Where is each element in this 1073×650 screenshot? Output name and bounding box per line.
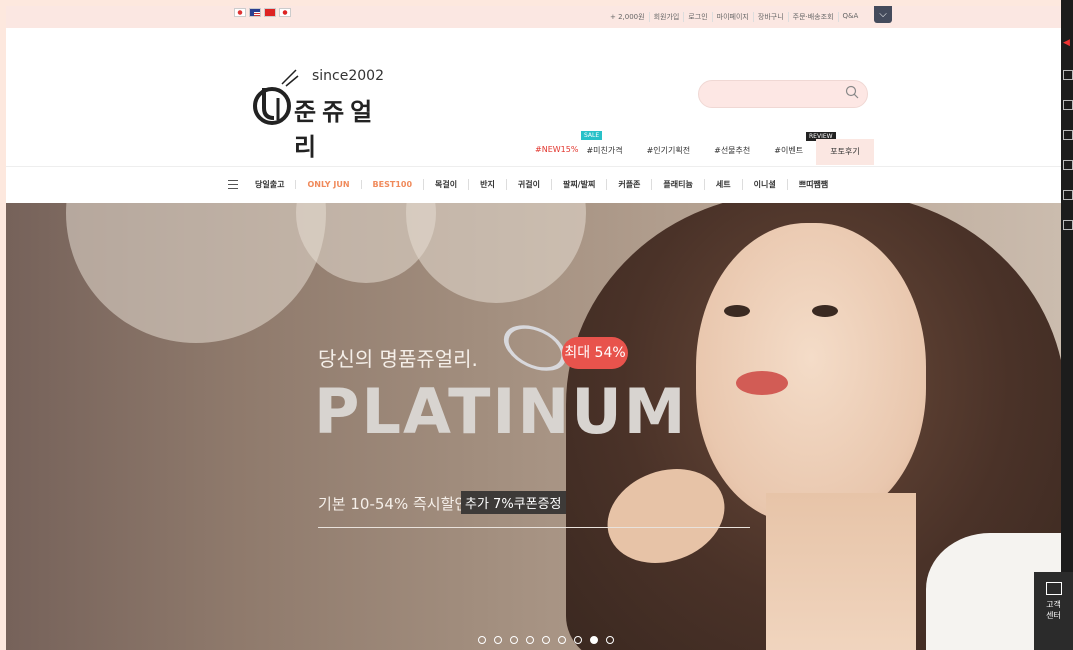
logo-since: since2002 — [312, 68, 384, 84]
top-link-cart[interactable]: 장바구니 — [752, 12, 788, 22]
flag-cn-icon[interactable] — [264, 8, 276, 17]
search-input[interactable] — [709, 81, 853, 107]
hero-discount-line: 기본 10-54% 즉시할인! — [318, 495, 475, 513]
arrow-left-icon[interactable]: ◀ — [1063, 38, 1070, 48]
hero-rule — [318, 527, 750, 528]
slide-dot[interactable] — [526, 636, 534, 644]
top-links: + 2,000원 회원가입 로그인 마이페이지 장바구니 주문·배송조회 Q&A — [606, 12, 862, 22]
hash-link-crazy-price[interactable]: #미친가격 — [586, 145, 622, 156]
model-eye — [812, 305, 838, 317]
menu-item-platinum[interactable]: 플래티늄 — [651, 179, 703, 190]
flag-jp-icon[interactable] — [279, 8, 291, 17]
slide-dot[interactable] — [574, 636, 582, 644]
hash-link-popular[interactable]: #인기기획전 — [647, 145, 691, 156]
slide-dot[interactable] — [558, 636, 566, 644]
hash-link-new15[interactable]: #NEW15% — [535, 145, 578, 156]
model-neck — [766, 493, 916, 650]
bag-icon[interactable] — [1063, 130, 1073, 140]
sale-badge: SALE — [581, 131, 603, 140]
top-link-qna[interactable]: Q&A — [837, 12, 863, 22]
page-frame: + 2,000원 회원가입 로그인 마이페이지 장바구니 주문·배송조회 Q&A… — [6, 6, 1061, 650]
slide-dot[interactable] — [478, 636, 486, 644]
flag-us-icon[interactable] — [249, 8, 261, 17]
hero-discount-badge: 최대 54% — [562, 337, 628, 369]
search-icon[interactable] — [845, 85, 859, 99]
slide-dot[interactable] — [606, 636, 614, 644]
menu-item-only-jun[interactable]: ONLY JUN — [295, 180, 360, 189]
photo-review-link[interactable]: 포토후기 — [816, 139, 874, 165]
hashtag-nav: #NEW15% #미친가격 #인기기획전 #선물추천 #이벤트 — [535, 145, 827, 156]
hash-link-event[interactable]: #이벤트 — [774, 145, 803, 156]
top-link-signup[interactable]: 회원가입 — [648, 12, 684, 22]
hero-banner[interactable]: 당신의 명품쥬얼리. 최대 54% PLATINUM 기본 10-54% 즉시할… — [6, 203, 1061, 650]
hero-title: PLATINUM — [314, 375, 688, 448]
menu-item-same-day[interactable]: 당일출고 — [244, 179, 295, 190]
menu-item-set[interactable]: 세트 — [703, 179, 742, 190]
menu-item-initial[interactable]: 이니셜 — [741, 179, 787, 190]
menu-item-necklace[interactable]: 목걸이 — [423, 179, 468, 190]
top-bar: + 2,000원 회원가입 로그인 마이페이지 장바구니 주문·배송조회 Q&A… — [6, 6, 1061, 28]
bokeh-light — [406, 203, 586, 303]
cart-icon[interactable] — [1063, 100, 1073, 110]
slide-dot-active[interactable] — [590, 636, 598, 644]
pen-icon[interactable] — [1063, 220, 1073, 230]
menu-item-best100[interactable]: BEST100 — [360, 180, 423, 189]
slide-indicators — [478, 636, 614, 644]
customer-center-label: 고객 센터 — [1046, 600, 1061, 620]
top-link-mypage[interactable]: 마이페이지 — [711, 12, 753, 22]
clipboard-icon[interactable] — [1063, 160, 1073, 170]
menu-item-couple[interactable]: 커플존 — [606, 179, 651, 190]
site-logo[interactable]: since2002 준쥬얼리 — [252, 68, 402, 161]
slide-dot[interactable] — [510, 636, 518, 644]
right-quick-sidebar: ◀ — [1061, 0, 1073, 650]
document-icon[interactable] — [1063, 70, 1073, 80]
hero-subtitle: 당신의 명품쥬얼리. — [318, 347, 478, 371]
search-box — [698, 80, 868, 108]
menu-item-petit[interactable]: 쁘띠쨈쨈 — [786, 179, 839, 190]
model-lips — [736, 371, 788, 395]
menu-item-bracelet[interactable]: 팔찌/발찌 — [550, 179, 606, 190]
main-menu: 당일출고 ONLY JUN BEST100 목걸이 반지 귀걸이 팔찌/발찌 커… — [228, 179, 839, 190]
monitor-icon — [1045, 582, 1062, 595]
hash-link-gift[interactable]: #선물추천 — [714, 145, 750, 156]
model-face — [696, 223, 926, 523]
tag-icon[interactable] — [1063, 190, 1073, 200]
top-link-login[interactable]: 로그인 — [683, 12, 711, 22]
logo-name: 준쥬얼리 — [294, 98, 379, 161]
menu-item-earring[interactable]: 귀걸이 — [505, 179, 551, 190]
flag-kr-icon[interactable] — [234, 8, 246, 17]
language-flags — [234, 8, 291, 17]
chevron-down-icon[interactable]: ⌵ — [874, 6, 892, 23]
model-eye — [724, 305, 750, 317]
bokeh-light — [66, 203, 326, 343]
top-link-points[interactable]: + 2,000원 — [606, 12, 649, 22]
customer-center-button[interactable]: 고객 센터 — [1034, 572, 1073, 650]
header-divider — [6, 166, 1061, 167]
slide-dot[interactable] — [494, 636, 502, 644]
hero-coupon-tag: 추가 7%쿠폰증정 — [461, 491, 566, 514]
logo-mark-icon — [253, 69, 299, 125]
hamburger-menu-icon[interactable] — [228, 180, 238, 189]
slide-dot[interactable] — [542, 636, 550, 644]
menu-item-ring[interactable]: 반지 — [468, 179, 506, 190]
top-link-order-tracking[interactable]: 주문·배송조회 — [787, 12, 838, 22]
